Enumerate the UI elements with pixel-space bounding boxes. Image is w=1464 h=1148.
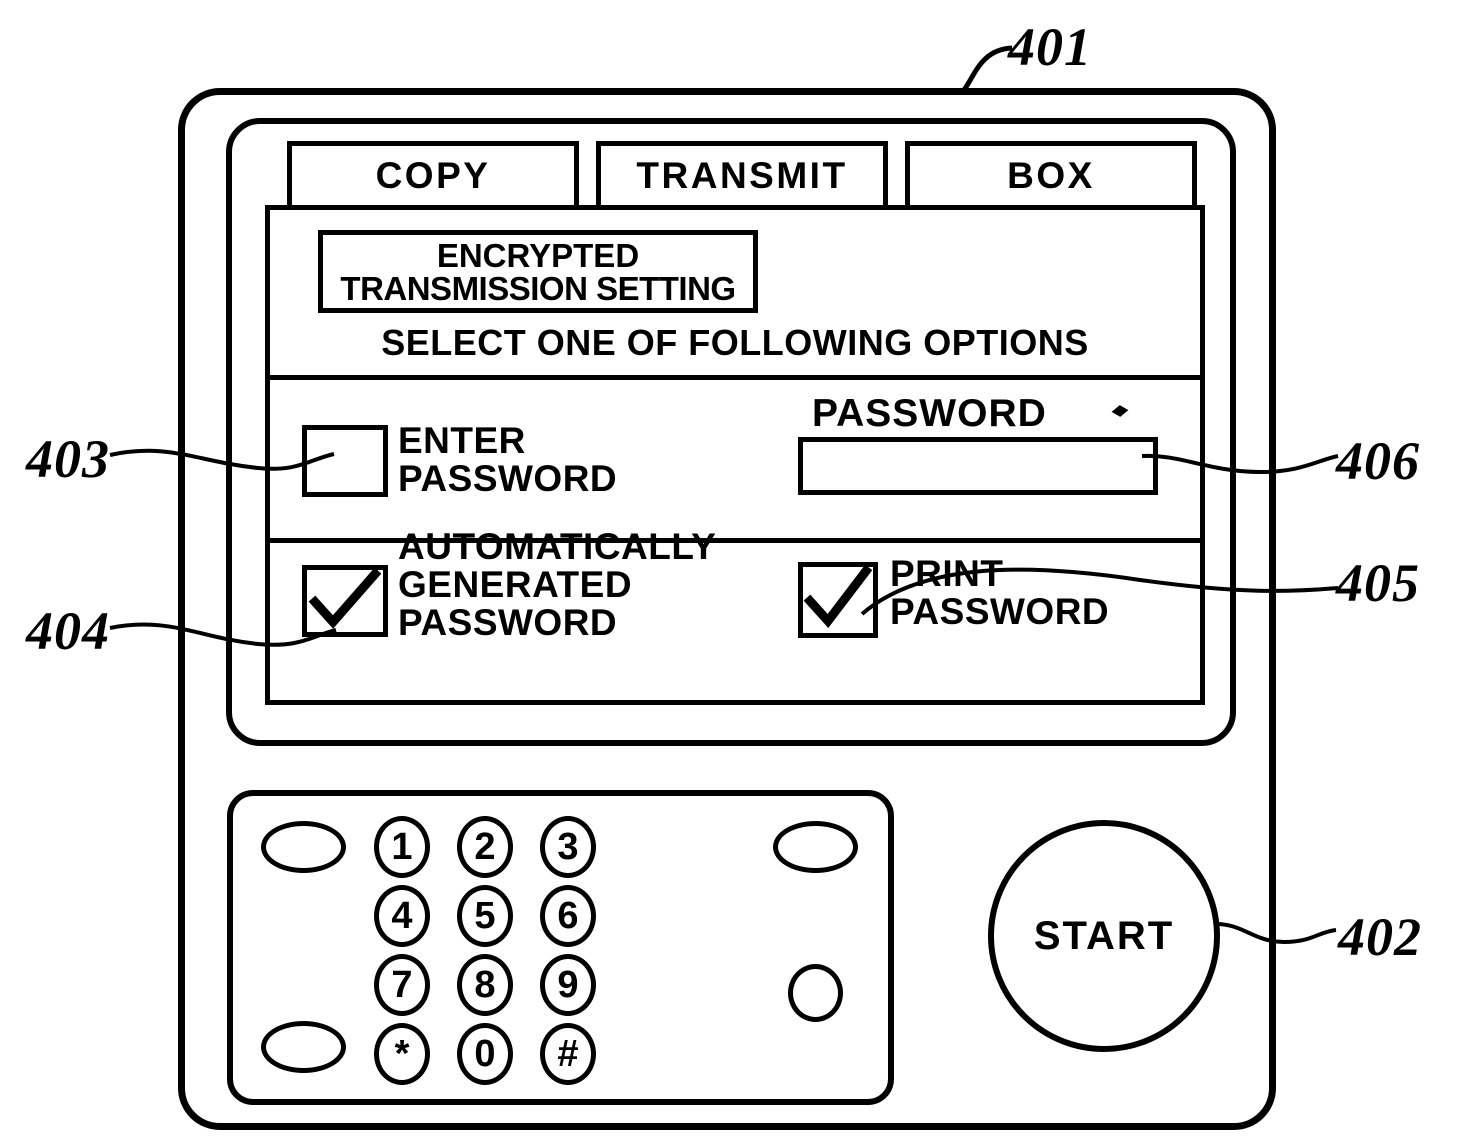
leader-line-406	[1141, 453, 1339, 475]
tab-copy[interactable]: COPY	[287, 141, 579, 209]
key-7-label: 7	[391, 963, 413, 1006]
key-7[interactable]: 7	[374, 954, 430, 1016]
enter-password-label: ENTER PASSWORD	[398, 420, 618, 500]
tab-transmit-label: TRANSMIT	[636, 155, 848, 196]
reference-numeral-402: 402	[1338, 907, 1422, 967]
dialog-title-box: ENCRYPTED TRANSMISSION SETTING	[318, 230, 758, 313]
function-key-top-right[interactable]	[773, 821, 858, 873]
tab-box-label: BOX	[1007, 155, 1095, 196]
key-5[interactable]: 5	[457, 885, 513, 947]
encrypted-transmission-setting-dialog: ENCRYPTED TRANSMISSION SETTING SELECT ON…	[265, 205, 1205, 705]
key-8[interactable]: 8	[457, 954, 513, 1016]
section-divider-1	[270, 375, 1200, 380]
reference-numeral-405: 405	[1336, 553, 1420, 613]
patent-figure: 4 0 1 COPY TRANSMIT BOX ENCRYPTED TRANSMIS…	[0, 0, 1464, 1148]
key-hash-label: #	[557, 1032, 579, 1075]
dialog-title-line1: ENCRYPTED	[436, 236, 640, 274]
key-star-label: *	[394, 1032, 410, 1075]
key-1[interactable]: 1	[374, 816, 430, 878]
leader-line-404	[109, 622, 337, 647]
numeric-keypad-panel: 1 2 3 4 5 6 7 8 9 * 0 #	[227, 790, 894, 1105]
instruction-text: SELECT ONE OF FOLLOWING OPTIONS	[381, 322, 1089, 363]
key-2[interactable]: 2	[457, 816, 513, 878]
key-hash[interactable]: #	[540, 1023, 596, 1085]
key-0-label: 0	[474, 1032, 496, 1075]
function-key-bottom-right[interactable]	[788, 964, 843, 1022]
key-9-label: 9	[557, 963, 579, 1006]
function-key-top-left[interactable]	[261, 821, 346, 873]
autogen-label-line2: GENERATED	[398, 564, 633, 606]
password-input[interactable]	[798, 437, 1158, 495]
key-5-label: 5	[474, 894, 496, 937]
key-8-label: 8	[474, 963, 496, 1006]
key-4[interactable]: 4	[374, 885, 430, 947]
key-star[interactable]: *	[374, 1023, 430, 1085]
password-field-label: PASSWORD	[812, 392, 1047, 435]
leader-line-402	[1215, 922, 1337, 945]
function-key-bottom-left[interactable]	[261, 1021, 346, 1073]
key-3-label: 3	[557, 825, 579, 868]
key-0[interactable]: 0	[457, 1023, 513, 1085]
tab-box[interactable]: BOX	[905, 141, 1197, 209]
start-button-label: START	[1033, 913, 1175, 958]
dialog-title-line2: TRANSMISSION SETTING	[340, 269, 736, 307]
autogen-label-line3: PASSWORD	[398, 602, 618, 644]
key-3[interactable]: 3	[540, 816, 596, 878]
leader-line-405	[860, 567, 1339, 616]
key-1-label: 1	[391, 825, 413, 868]
start-button[interactable]: START	[988, 820, 1220, 1052]
key-9[interactable]: 9	[540, 954, 596, 1016]
enter-password-label-line2: PASSWORD	[398, 458, 618, 500]
leader-line-403	[109, 448, 335, 471]
tab-strip: COPY TRANSMIT BOX	[287, 141, 1197, 209]
key-4-label: 4	[391, 894, 413, 937]
reference-numeral-406: 406	[1336, 431, 1420, 491]
password-label-tick-mark	[1111, 405, 1129, 417]
key-2-label: 2	[474, 825, 496, 868]
automatically-generated-password-label: AUTOMATICALLY GENERATED PASSWORD	[398, 526, 717, 644]
tab-transmit[interactable]: TRANSMIT	[596, 141, 888, 209]
reference-numeral-403: 403	[26, 429, 110, 489]
enter-password-label-line1: ENTER	[398, 420, 526, 461]
autogen-label-line1: AUTOMATICALLY	[398, 526, 717, 567]
tab-copy-label: COPY	[375, 155, 491, 196]
key-6-label: 6	[557, 894, 579, 937]
key-6[interactable]: 6	[540, 885, 596, 947]
reference-numeral-404: 404	[26, 601, 110, 661]
